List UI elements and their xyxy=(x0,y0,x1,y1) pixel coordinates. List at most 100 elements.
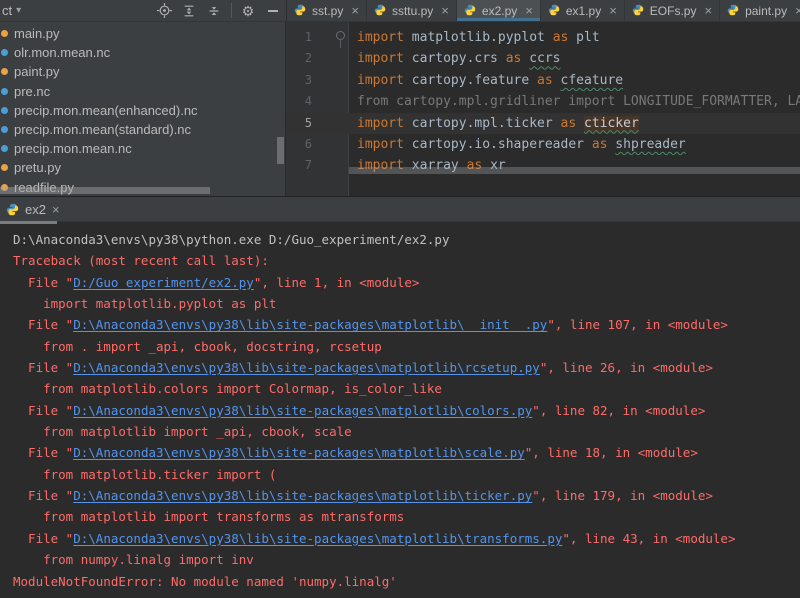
code-text: from cartopy.mpl.gridliner import LONGIT… xyxy=(348,91,800,112)
python-file-icon xyxy=(1,68,8,75)
console-text: File " xyxy=(13,275,73,290)
tab-close-icon[interactable]: × xyxy=(609,3,617,18)
tab-label: ex2.py xyxy=(482,4,517,18)
code-editor[interactable]: 1import matplotlib.pyplot as plt2import … xyxy=(286,22,800,196)
code-text: import cartopy.mpl.ticker as cticker xyxy=(348,113,800,134)
tab-close-icon[interactable]: × xyxy=(525,3,533,18)
traceback-link[interactable]: D:\Anaconda3\envs\py38\lib\site-packages… xyxy=(73,445,525,460)
code-line-1[interactable]: 1import matplotlib.pyplot as plt xyxy=(286,27,800,48)
editor-tab-paint.py[interactable]: paint.py× xyxy=(720,0,800,21)
tab-close-icon[interactable]: × xyxy=(704,3,712,18)
console-line: File "D:\Anaconda3\envs\py38\lib\site-pa… xyxy=(13,528,800,549)
data-file-icon xyxy=(1,126,8,133)
editor-tab-ssttu.py[interactable]: ssttu.py × xyxy=(367,0,457,21)
python-file-icon xyxy=(464,4,477,17)
project-view-title: ct xyxy=(2,3,12,18)
traceback-link[interactable]: D:\Anaconda3\envs\py38\lib\site-packages… xyxy=(73,488,532,503)
fold-region-icon[interactable] xyxy=(336,31,345,40)
console-line: from matplotlib import transforms as mtr… xyxy=(13,506,800,527)
code-segment: import xyxy=(357,51,404,66)
data-file-icon xyxy=(1,145,8,152)
console-text: File " xyxy=(13,531,73,546)
python-file-icon xyxy=(1,30,8,37)
console-text: ", line 18, in <module> xyxy=(525,445,698,460)
console-text: File " xyxy=(13,445,73,460)
editor-tab-ex1.py[interactable]: ex1.py × xyxy=(541,0,625,21)
code-line-3[interactable]: 3import cartopy.feature as cfeature xyxy=(286,70,800,91)
console-tab-ex2[interactable]: ex2 × xyxy=(0,197,69,221)
tab-close-icon[interactable]: × xyxy=(795,3,800,18)
editor-tab-EOFs.py[interactable]: EOFs.py × xyxy=(625,0,720,21)
project-file-precip.mon.mean(enhanced).nc[interactable]: precip.mon.mean(enhanced).nc xyxy=(0,101,285,120)
traceback-link[interactable]: D:\Anaconda3\envs\py38\lib\site-packages… xyxy=(73,360,540,375)
console-text: ", line 107, in <module> xyxy=(547,317,728,332)
tab-label: ex1.py xyxy=(566,4,601,18)
project-horizontal-scrollbar[interactable] xyxy=(0,187,210,194)
console-text: ", line 26, in <module> xyxy=(540,360,713,375)
tab-label: ssttu.py xyxy=(392,4,433,18)
console-text: from numpy.linalg import inv xyxy=(13,552,254,567)
file-name: olr.mon.mean.nc xyxy=(14,45,110,60)
code-segment: cartopy.feature xyxy=(404,73,537,88)
line-number: 1 xyxy=(286,27,348,48)
code-line-5[interactable]: 5import cartopy.mpl.ticker as cticker xyxy=(286,113,800,134)
editor-tab-ex2.py[interactable]: ex2.py × xyxy=(457,0,541,21)
code-line-6[interactable]: 6import cartopy.io.shapereader as shprea… xyxy=(286,134,800,155)
project-toolbar: ⚙ xyxy=(148,3,282,19)
project-file-pretu.py[interactable]: pretu.py xyxy=(0,158,285,177)
console-line: from matplotlib.colors import Colormap, … xyxy=(13,378,800,399)
traceback-link[interactable]: D:\Anaconda3\envs\py38\lib\site-packages… xyxy=(73,531,562,546)
code-text: import cartopy.crs as ccrs xyxy=(348,48,800,69)
python-file-icon xyxy=(374,4,387,17)
console-text: D:\Anaconda3\envs\py38\python.exe D:/Guo… xyxy=(13,232,450,247)
code-segment: as xyxy=(553,30,569,45)
console-line: ModuleNotFoundError: No module named 'nu… xyxy=(13,571,800,592)
file-name: main.py xyxy=(14,26,60,41)
project-panel-header: ct ▾ ⚙ xyxy=(0,0,286,22)
python-file-icon xyxy=(548,4,561,17)
code-segment: matplotlib.pyplot xyxy=(404,30,553,45)
editor-tab-sst.py[interactable]: sst.py× xyxy=(287,0,367,21)
tab-close-icon[interactable]: × xyxy=(441,3,449,18)
project-file-pre.nc[interactable]: pre.nc xyxy=(0,82,285,101)
code-segment: import xyxy=(357,137,404,152)
code-segment: as xyxy=(506,51,522,66)
code-segment xyxy=(576,116,584,131)
project-file-olr.mon.mean.nc[interactable]: olr.mon.mean.nc xyxy=(0,43,285,62)
console-line: import matplotlib.pyplot as plt xyxy=(13,293,800,314)
console-tab-bar: ex2 × xyxy=(0,197,800,222)
tab-close-icon[interactable]: × xyxy=(351,3,359,18)
code-area: 1import matplotlib.pyplot as plt2import … xyxy=(286,27,800,177)
file-name: pretu.py xyxy=(14,160,61,175)
traceback-link[interactable]: D:/Guo_experiment/ex2.py xyxy=(73,275,254,290)
project-file-main.py[interactable]: main.py xyxy=(0,24,285,43)
project-file-paint.py[interactable]: paint.py xyxy=(0,62,285,81)
project-file-precip.mon.mean(standard).nc[interactable]: precip.mon.mean(standard).nc xyxy=(0,120,285,139)
code-line-2[interactable]: 2import cartopy.crs as ccrs xyxy=(286,48,800,69)
expand-all-icon[interactable] xyxy=(180,3,198,19)
code-segment: cartopy.io.shapereader xyxy=(404,137,592,152)
project-view-selector[interactable]: ct ▾ xyxy=(2,3,21,18)
console-output[interactable]: D:\Anaconda3\envs\py38\python.exe D:/Guo… xyxy=(0,222,800,592)
editor-horizontal-scrollbar[interactable] xyxy=(349,167,800,174)
console-line: File "D:/Guo_experiment/ex2.py", line 1,… xyxy=(13,272,800,293)
hide-panel-icon[interactable] xyxy=(264,3,282,19)
console-line: from . import _api, cbook, docstring, rc… xyxy=(13,336,800,357)
console-text: import matplotlib.pyplot as plt xyxy=(13,296,276,311)
code-line-4[interactable]: 4from cartopy.mpl.gridliner import LONGI… xyxy=(286,91,800,112)
console-line: File "D:\Anaconda3\envs\py38\lib\site-pa… xyxy=(13,400,800,421)
code-segment: as xyxy=(561,116,577,131)
project-vertical-scrollbar[interactable] xyxy=(277,137,284,164)
traceback-link[interactable]: D:\Anaconda3\envs\py38\lib\site-packages… xyxy=(73,403,532,418)
data-file-icon xyxy=(1,49,8,56)
traceback-link[interactable]: D:\Anaconda3\envs\py38\lib\site-packages… xyxy=(73,317,547,332)
locate-icon[interactable] xyxy=(155,3,173,19)
settings-gear-icon[interactable]: ⚙ xyxy=(239,3,257,19)
collapse-all-icon[interactable] xyxy=(205,3,223,19)
console-tab-close-icon[interactable]: × xyxy=(52,202,60,217)
code-segment: cticker xyxy=(584,116,639,131)
code-segment: shpreader xyxy=(615,137,685,152)
console-line: D:\Anaconda3\envs\py38\python.exe D:/Guo… xyxy=(13,229,800,250)
tab-label: EOFs.py xyxy=(650,4,697,18)
project-file-precip.mon.mean.nc[interactable]: precip.mon.mean.nc xyxy=(0,139,285,158)
